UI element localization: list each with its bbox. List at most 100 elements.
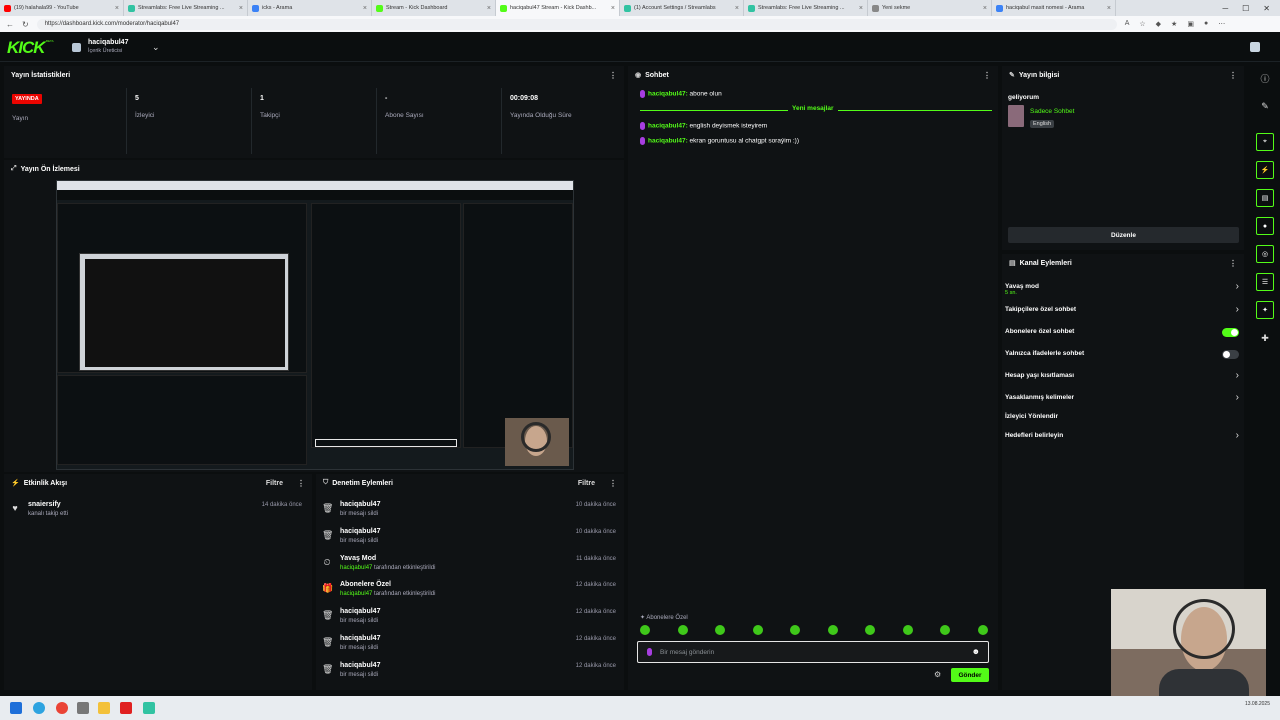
channel-action-item[interactable]: Takipçilere özel sohbet › bbox=[1005, 303, 1243, 319]
close-tab-icon[interactable]: × bbox=[983, 5, 987, 12]
more-options-icon[interactable]: ⋮ bbox=[983, 71, 991, 80]
channel-action-item[interactable]: Hesap yaşı kısıtlaması › bbox=[1005, 369, 1243, 385]
stream-preview-video[interactable] bbox=[56, 180, 574, 470]
send-button[interactable]: Gönder bbox=[951, 668, 989, 682]
emote-icon[interactable] bbox=[752, 625, 763, 635]
browser-tab[interactable]: Stream - Kick Dashboard × bbox=[372, 0, 496, 16]
chat-username[interactable]: haciqabul47: bbox=[648, 123, 688, 130]
collections-icon[interactable]: ▣ bbox=[1187, 20, 1194, 28]
extensions-icon[interactable]: ◆ bbox=[1156, 20, 1161, 28]
chevron-right-icon[interactable]: › bbox=[1236, 304, 1239, 315]
channel-action-item[interactable]: İzleyici Yönlendir bbox=[1005, 410, 1243, 426]
emote-icon[interactable] bbox=[790, 625, 800, 635]
filter-button[interactable]: Filtre bbox=[266, 480, 283, 487]
reload-icon[interactable]: ↻ bbox=[22, 20, 29, 29]
info-icon[interactable]: ⓘ bbox=[1256, 69, 1274, 87]
favorites-bar-icon[interactable]: ★ bbox=[1171, 20, 1177, 28]
channel-action-item[interactable]: Yavaş mod 5 sn. › bbox=[1005, 280, 1243, 296]
expand-icon[interactable]: ⤢ bbox=[11, 165, 17, 173]
settings-app-icon[interactable] bbox=[77, 702, 89, 714]
chevron-right-icon[interactable]: › bbox=[1236, 392, 1239, 403]
category-name[interactable]: Sadece Sohbet bbox=[1030, 108, 1074, 115]
emote-icon[interactable] bbox=[827, 625, 838, 635]
chevron-down-icon[interactable]: ⌄ bbox=[152, 42, 160, 53]
emote-icon[interactable] bbox=[865, 625, 875, 635]
emote-icon[interactable] bbox=[940, 625, 950, 635]
emote-icon[interactable] bbox=[715, 625, 725, 635]
close-tab-icon[interactable]: × bbox=[735, 5, 739, 12]
chevron-right-icon[interactable]: › bbox=[1236, 370, 1239, 381]
channel-action-item[interactable]: Abonelere özel sohbet bbox=[1005, 325, 1243, 341]
emote-icon[interactable] bbox=[977, 625, 988, 635]
broadcast-icon[interactable]: ◎ bbox=[1256, 245, 1274, 263]
chat-username[interactable]: haciqabul47: bbox=[648, 91, 688, 98]
user-avatar[interactable] bbox=[1250, 42, 1260, 52]
bolt-icon[interactable]: ⚡ bbox=[1256, 161, 1274, 179]
browser-tab[interactable]: Yeni sekme × bbox=[868, 0, 992, 16]
browser-tab[interactable]: (19) halahala99 - YouTube × bbox=[0, 0, 124, 16]
browser-menu-icon[interactable]: ⋯ bbox=[1218, 20, 1225, 28]
crosshair-icon[interactable]: ⌖ bbox=[1256, 133, 1274, 151]
close-tab-icon[interactable]: × bbox=[859, 5, 863, 12]
toggle-switch[interactable] bbox=[1222, 350, 1239, 359]
more-options-icon[interactable]: ⋮ bbox=[609, 479, 617, 488]
edge-icon[interactable] bbox=[33, 702, 45, 714]
chat-message-input[interactable] bbox=[660, 646, 960, 659]
channel-action-item[interactable]: Hedefleri belirleyin › bbox=[1005, 429, 1243, 445]
kick-logo[interactable]: KICK bbox=[7, 38, 46, 58]
emote-icon[interactable] bbox=[902, 625, 913, 635]
maximize-icon[interactable]: ☐ bbox=[1242, 4, 1249, 13]
browser-tab[interactable]: haciqabul masit nomesi - Arama × bbox=[992, 0, 1116, 16]
list-icon[interactable]: ☰ bbox=[1256, 273, 1274, 291]
chrome-icon[interactable] bbox=[56, 702, 68, 714]
profile-icon[interactable]: ● bbox=[1204, 20, 1208, 28]
minimize-icon[interactable]: ─ bbox=[1222, 4, 1228, 13]
close-window-icon[interactable]: ✕ bbox=[1263, 4, 1270, 13]
browser-tab[interactable]: (1) Account Settings / Streamlabs × bbox=[620, 0, 744, 16]
pencil-icon[interactable]: ✎ bbox=[1256, 97, 1274, 115]
more-options-icon[interactable]: ⋮ bbox=[1229, 71, 1237, 80]
browser-tab[interactable]: Streamlabs: Free Live Streaming ... × bbox=[124, 0, 248, 16]
toggle-switch[interactable] bbox=[1222, 328, 1239, 337]
youtube-app-icon[interactable] bbox=[120, 702, 132, 714]
channel-avatar[interactable] bbox=[72, 43, 81, 52]
edit-button[interactable]: Düzenle bbox=[1008, 227, 1239, 243]
chat-input-box[interactable]: ☻ bbox=[637, 641, 989, 663]
emoji-icon[interactable]: ☻ bbox=[972, 647, 980, 656]
channel-action-item[interactable]: Yasaklanmış kelimeler › bbox=[1005, 391, 1243, 407]
read-aloud-icon[interactable]: A bbox=[1125, 20, 1130, 28]
start-icon[interactable] bbox=[10, 702, 22, 714]
chat-username[interactable]: haciqabul47: bbox=[648, 138, 688, 145]
more-options-icon[interactable]: ⋮ bbox=[1229, 259, 1237, 268]
moderation-actor[interactable]: haciqabul47 bbox=[340, 565, 372, 571]
chat-bubble-icon[interactable]: ● bbox=[1256, 217, 1274, 235]
more-options-icon[interactable]: ⋮ bbox=[297, 479, 305, 488]
emote-icon[interactable] bbox=[677, 625, 688, 635]
back-icon[interactable]: ← bbox=[6, 20, 14, 29]
streamlabs-icon[interactable] bbox=[143, 702, 155, 714]
more-options-icon[interactable]: ⋮ bbox=[609, 71, 617, 80]
emote-icon[interactable] bbox=[640, 625, 650, 635]
close-tab-icon[interactable]: × bbox=[611, 5, 615, 12]
channel-action-item[interactable]: Yalnızca ifadelerle sohbet bbox=[1005, 347, 1243, 363]
browser-tab[interactable]: icks - Arama × bbox=[248, 0, 372, 16]
channel-name[interactable]: haciqabul47 bbox=[88, 39, 128, 46]
close-tab-icon[interactable]: × bbox=[487, 5, 491, 12]
activity-user[interactable]: snaiersify bbox=[28, 501, 61, 508]
chevron-right-icon[interactable]: › bbox=[1236, 430, 1239, 441]
file-explorer-icon[interactable] bbox=[98, 702, 110, 714]
moderation-actor[interactable]: haciqabul47 bbox=[340, 591, 372, 597]
close-tab-icon[interactable]: × bbox=[363, 5, 367, 12]
chevron-right-icon[interactable]: › bbox=[1236, 281, 1239, 292]
wrench-icon[interactable]: ✦ bbox=[1256, 301, 1274, 319]
close-tab-icon[interactable]: × bbox=[115, 5, 119, 12]
favorite-icon[interactable]: ☆ bbox=[1139, 20, 1145, 28]
close-tab-icon[interactable]: × bbox=[239, 5, 243, 12]
url-field[interactable]: https://dashboard.kick.com/moderator/hac… bbox=[36, 18, 1117, 30]
chat-settings-icon[interactable]: ⚙ bbox=[934, 670, 941, 679]
filter-button[interactable]: Filtre bbox=[578, 480, 595, 487]
browser-tab[interactable]: haciqabul47 Stream - Kick Dashb... × bbox=[496, 0, 620, 16]
close-tab-icon[interactable]: × bbox=[1107, 5, 1111, 12]
document-icon[interactable]: ▤ bbox=[1256, 189, 1274, 207]
add-widget-icon[interactable]: ✚ bbox=[1256, 329, 1274, 347]
